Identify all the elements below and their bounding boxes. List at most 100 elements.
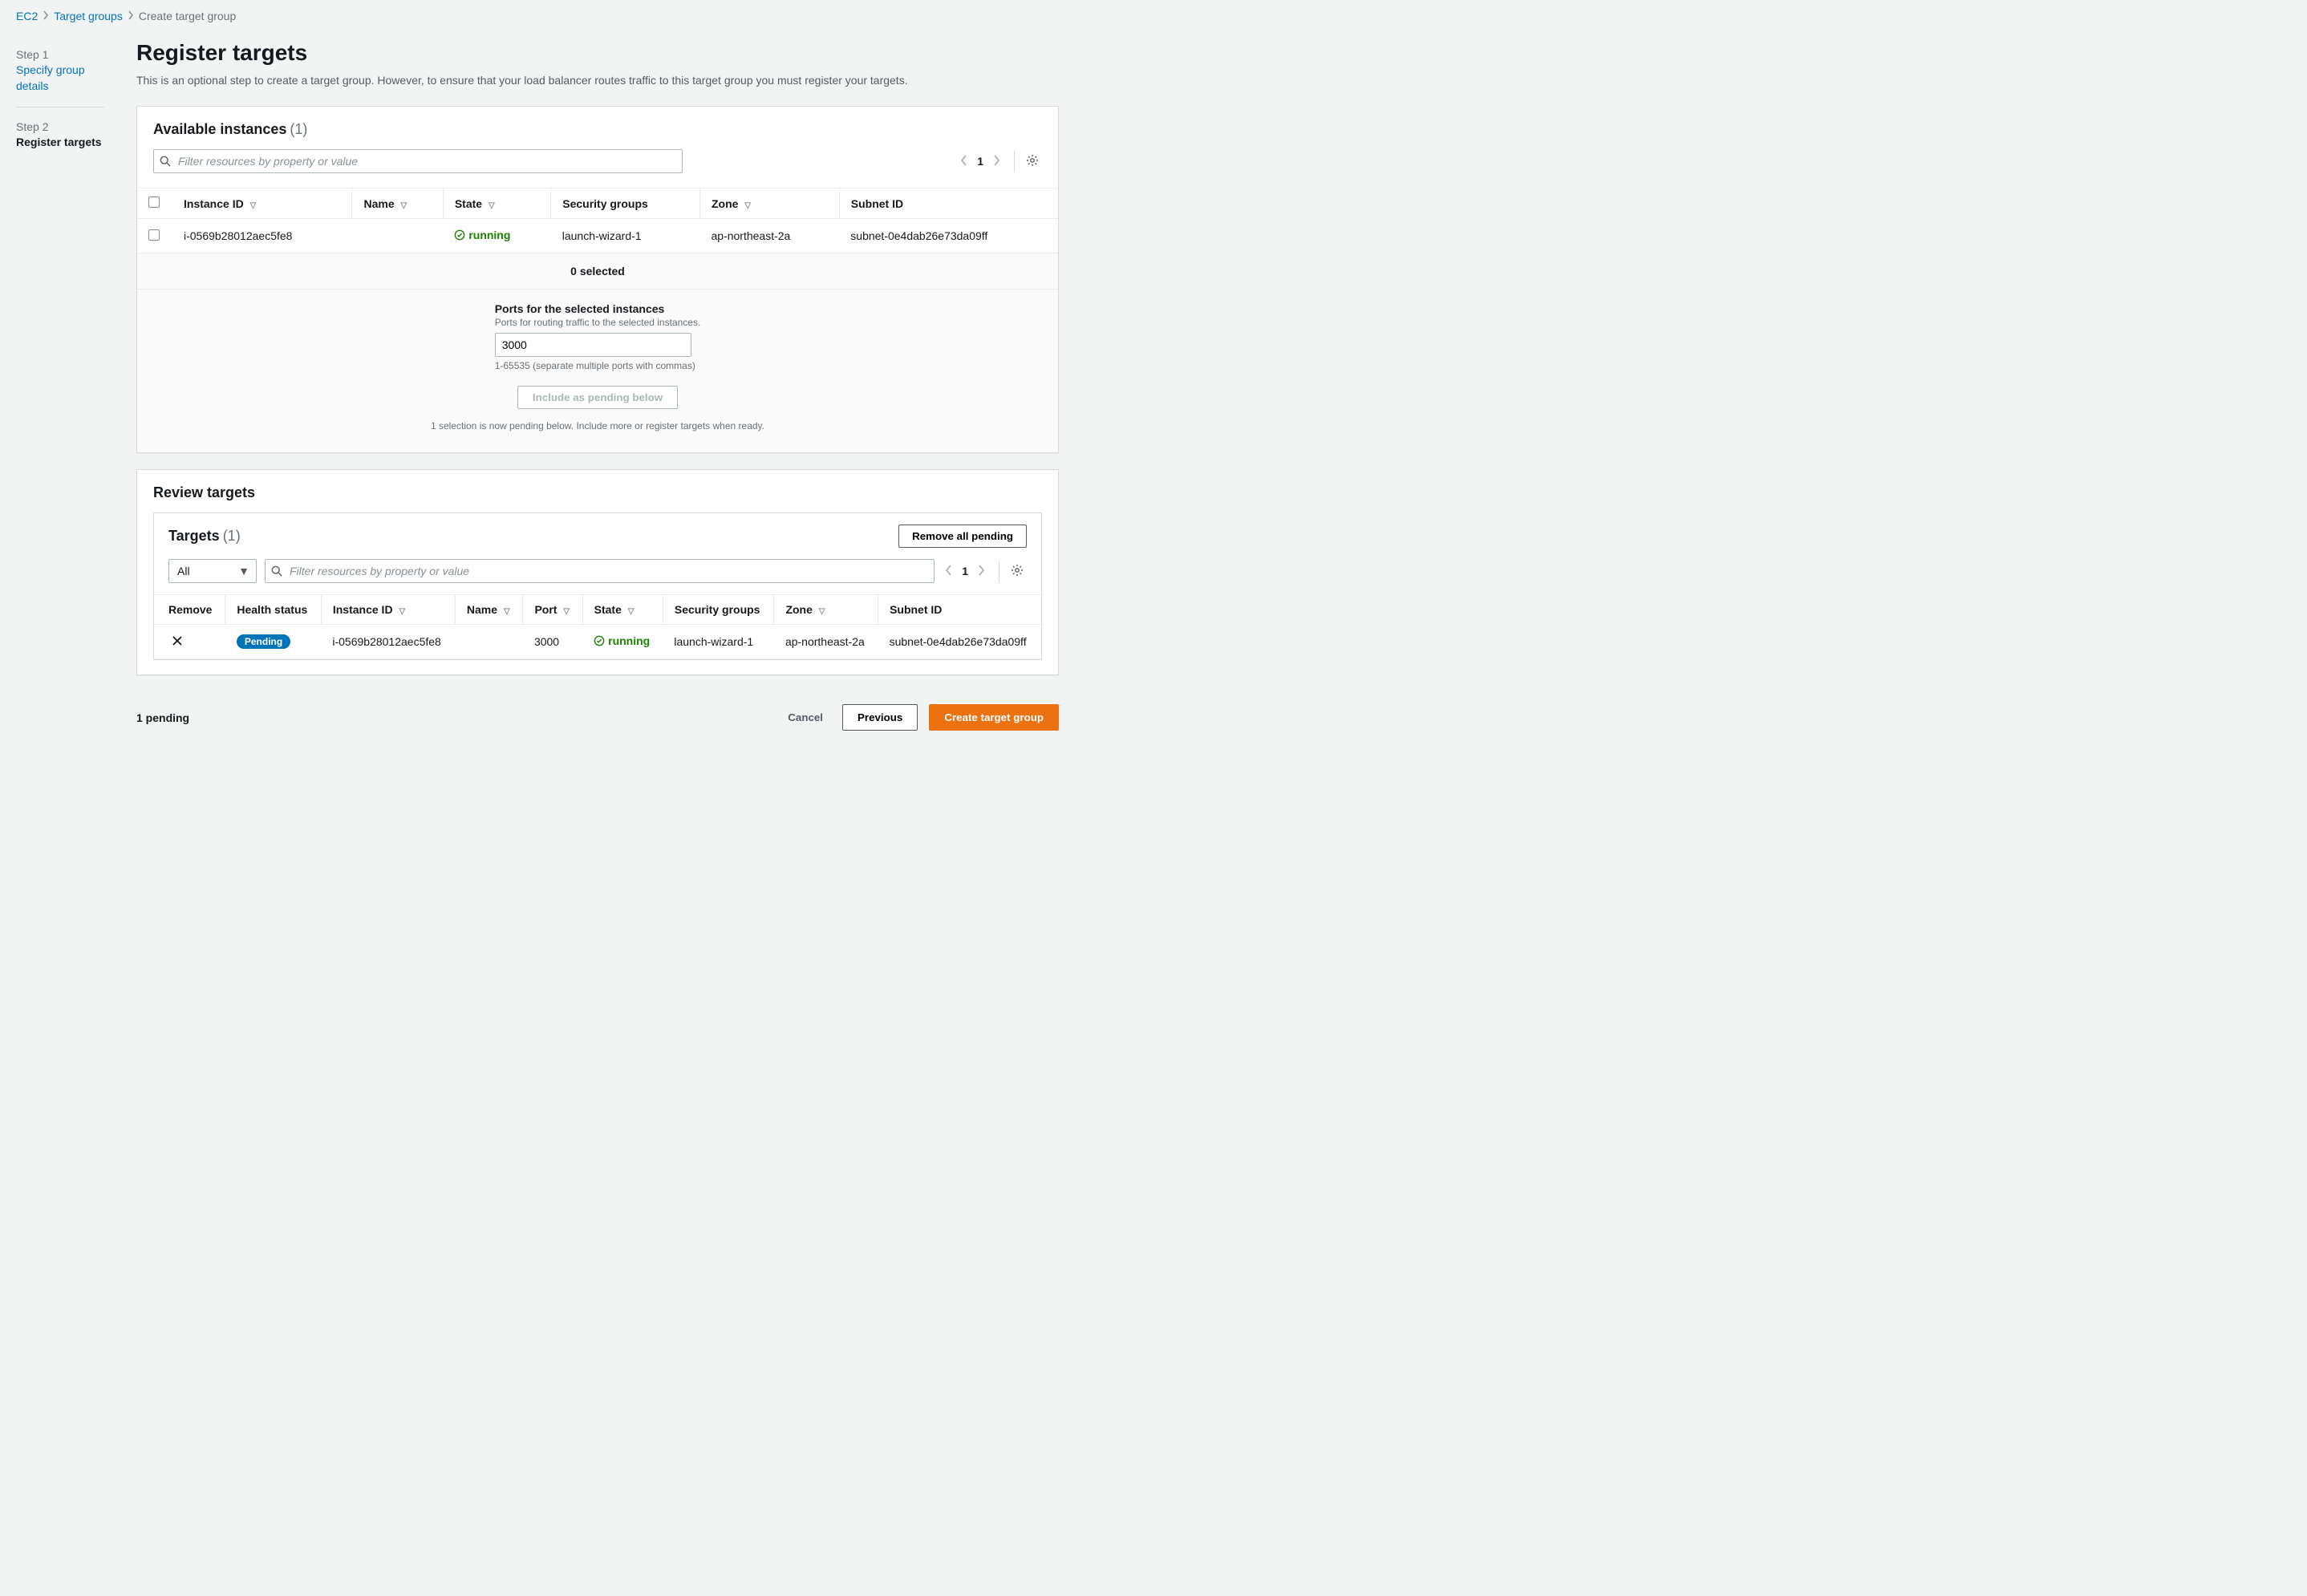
cell-state: running xyxy=(443,219,550,253)
ports-input[interactable] xyxy=(495,333,691,357)
table-row: Pending i-0569b28012aec5fe8 3000 running xyxy=(154,625,1041,659)
caret-down-icon: ▼ xyxy=(238,565,249,577)
health-badge: Pending xyxy=(237,634,290,649)
selected-count: 0 selected xyxy=(137,253,1058,290)
sort-caret-icon: ▽ xyxy=(819,607,825,616)
wizard-sidebar: Step 1 Specify group details Step 2 Regi… xyxy=(16,32,104,151)
col-name[interactable]: Name xyxy=(363,197,394,210)
ports-help: Ports for routing traffic to the selecte… xyxy=(495,317,701,328)
settings-gear-icon[interactable] xyxy=(1014,151,1042,172)
pager-page: 1 xyxy=(977,155,983,168)
step1-link[interactable]: Specify group details xyxy=(16,63,104,94)
step2-label: Step 2 xyxy=(16,120,104,133)
sort-caret-icon: ▽ xyxy=(504,607,510,616)
sort-caret-icon: ▽ xyxy=(489,201,495,210)
chevron-right-icon xyxy=(43,10,49,22)
sort-caret-icon: ▽ xyxy=(628,607,635,616)
pager-prev-icon[interactable] xyxy=(943,561,955,581)
available-search-input[interactable] xyxy=(153,149,683,173)
main-content: Register targets This is an optional ste… xyxy=(136,32,1059,755)
pager-next-icon[interactable] xyxy=(975,561,987,581)
sort-caret-icon: ▽ xyxy=(250,201,257,210)
create-target-group-button[interactable]: Create target group xyxy=(929,704,1059,731)
col-subnet-id[interactable]: Subnet ID xyxy=(851,197,903,210)
col-instance-id[interactable]: Instance ID xyxy=(333,603,393,616)
review-title: Review targets xyxy=(153,484,1042,501)
cell-security-groups: launch-wizard-1 xyxy=(663,625,774,659)
breadcrumb-ec2[interactable]: EC2 xyxy=(16,10,38,22)
table-row[interactable]: i-0569b28012aec5fe8 running launch-wizar… xyxy=(137,219,1058,253)
cell-zone: ap-northeast-2a xyxy=(774,625,878,659)
wizard-footer: 1 pending Cancel Previous Create target … xyxy=(136,691,1059,755)
targets-count: (1) xyxy=(223,528,241,545)
review-title-text: Review targets xyxy=(153,484,255,501)
available-search xyxy=(153,149,683,173)
targets-search-input[interactable] xyxy=(265,559,935,583)
available-instances-panel: Available instances (1) 1 xyxy=(136,106,1059,453)
col-name[interactable]: Name xyxy=(467,603,497,616)
status-ok-icon xyxy=(594,635,605,646)
cell-instance-id: i-0569b28012aec5fe8 xyxy=(172,219,352,253)
ports-constraint: 1-65535 (separate multiple ports with co… xyxy=(495,360,701,371)
cell-port: 3000 xyxy=(523,625,582,659)
cell-state: running xyxy=(582,625,663,659)
settings-gear-icon[interactable] xyxy=(999,561,1027,582)
select-all-checkbox[interactable] xyxy=(148,196,160,208)
ports-label: Ports for the selected instances xyxy=(495,302,701,315)
remove-all-pending-button[interactable]: Remove all pending xyxy=(898,525,1027,548)
chevron-right-icon xyxy=(128,10,134,22)
pending-note: 1 selection is now pending below. Includ… xyxy=(153,409,1042,436)
targets-subpanel: Targets (1) Remove all pending All ▼ xyxy=(153,512,1042,660)
status-ok-icon xyxy=(454,229,465,241)
targets-pager: 1 xyxy=(943,561,987,581)
cancel-button[interactable]: Cancel xyxy=(780,705,831,730)
col-health: Health status xyxy=(237,603,307,616)
state-text: running xyxy=(608,634,650,647)
health-filter-select[interactable]: All ▼ xyxy=(168,559,257,583)
review-targets-panel: Review targets Targets (1) Remove all pe… xyxy=(136,469,1059,675)
remove-target-button[interactable] xyxy=(172,636,183,649)
sort-caret-icon: ▽ xyxy=(563,607,570,616)
pager-next-icon[interactable] xyxy=(990,152,1003,172)
targets-title-text: Targets xyxy=(168,528,220,545)
available-title: Available instances (1) xyxy=(153,121,1042,138)
available-instances-table: Instance ID ▽ Name ▽ State ▽ Security gr… xyxy=(137,188,1058,253)
pager-prev-icon[interactable] xyxy=(958,152,971,172)
cell-subnet-id: subnet-0e4dab26e73da09ff xyxy=(839,219,1058,253)
cell-name xyxy=(455,625,523,659)
state-text: running xyxy=(468,229,510,241)
col-state[interactable]: State xyxy=(594,603,622,616)
ports-section: Ports for the selected instances Ports f… xyxy=(137,290,1058,452)
sort-caret-icon: ▽ xyxy=(401,201,407,210)
cell-instance-id: i-0569b28012aec5fe8 xyxy=(321,625,455,659)
col-security-groups[interactable]: Security groups xyxy=(675,603,760,616)
sort-caret-icon: ▽ xyxy=(399,607,405,616)
row-checkbox[interactable] xyxy=(148,229,160,241)
col-subnet-id[interactable]: Subnet ID xyxy=(890,603,942,616)
col-zone[interactable]: Zone xyxy=(712,197,738,210)
search-icon xyxy=(271,565,282,577)
col-state[interactable]: State xyxy=(455,197,482,210)
filter-all-text: All xyxy=(177,565,190,577)
available-pager: 1 xyxy=(958,152,1003,172)
cell-name xyxy=(352,219,443,253)
col-port[interactable]: Port xyxy=(534,603,557,616)
cell-security-groups: launch-wizard-1 xyxy=(551,219,700,253)
available-title-text: Available instances xyxy=(153,121,286,138)
previous-button[interactable]: Previous xyxy=(842,704,918,731)
col-instance-id[interactable]: Instance ID xyxy=(184,197,244,210)
pending-count: 1 pending xyxy=(136,711,189,724)
col-remove: Remove xyxy=(168,603,212,616)
col-security-groups[interactable]: Security groups xyxy=(562,197,648,210)
targets-search xyxy=(265,559,935,583)
page-title: Register targets xyxy=(136,40,1059,66)
step1-label: Step 1 xyxy=(16,48,104,61)
targets-table: Remove Health status Instance ID ▽ Name … xyxy=(154,594,1041,659)
col-zone[interactable]: Zone xyxy=(785,603,812,616)
search-icon xyxy=(160,156,171,167)
breadcrumb-target-groups[interactable]: Target groups xyxy=(54,10,123,22)
cell-subnet-id: subnet-0e4dab26e73da09ff xyxy=(878,625,1041,659)
cell-zone: ap-northeast-2a xyxy=(700,219,840,253)
include-pending-button[interactable]: Include as pending below xyxy=(517,386,678,409)
available-count: (1) xyxy=(290,121,307,138)
